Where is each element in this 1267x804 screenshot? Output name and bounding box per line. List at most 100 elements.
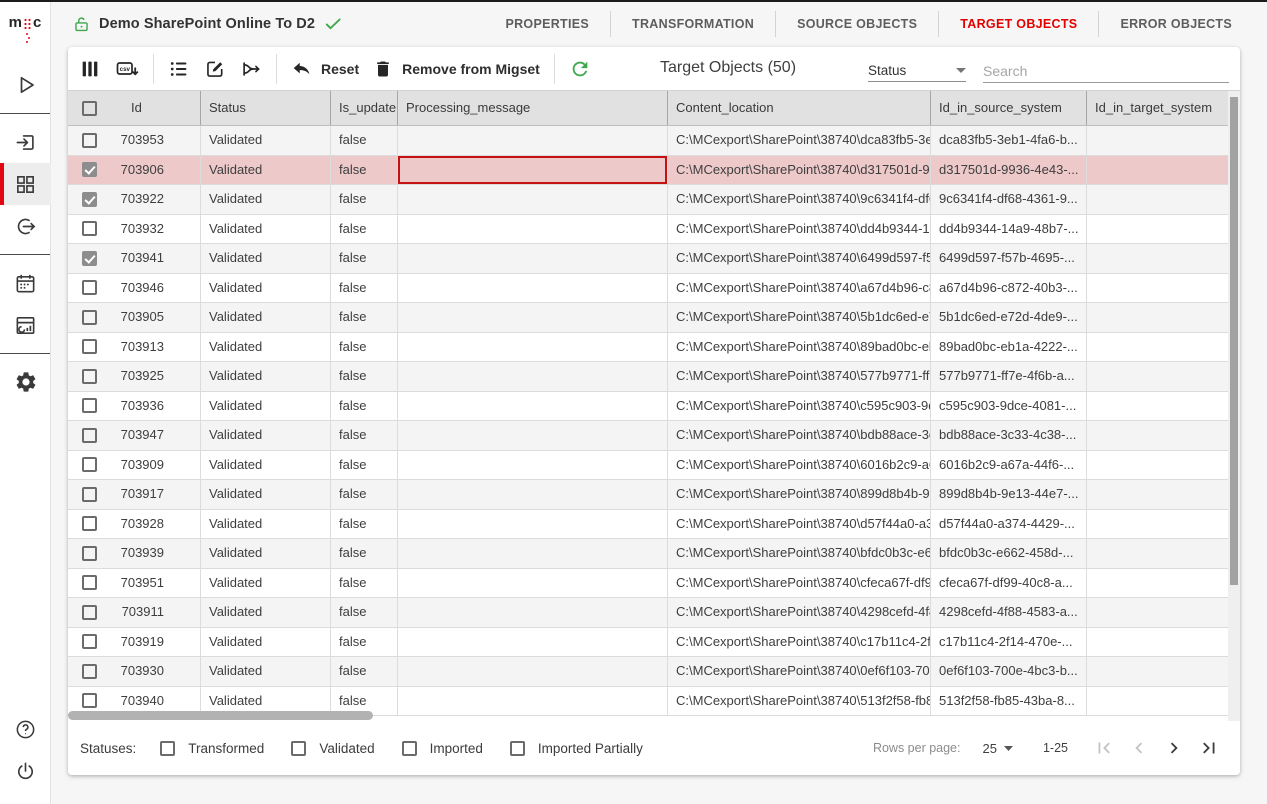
table-row[interactable]: 703947ValidatedfalseC:\MCexport\SharePoi… [68, 421, 1228, 451]
row-checkbox-cell [68, 569, 110, 598]
row-checkbox[interactable] [82, 192, 97, 207]
row-checkbox[interactable] [82, 457, 97, 472]
status-filter-imported[interactable]: Imported [402, 741, 483, 756]
table-row[interactable]: 703932ValidatedfalseC:\MCexport\SharePoi… [68, 215, 1228, 245]
export-csv-button[interactable]: csv [109, 52, 145, 86]
table-row[interactable]: 703946ValidatedfalseC:\MCexport\SharePoi… [68, 274, 1228, 304]
status-filter-checkbox[interactable] [160, 741, 175, 756]
previous-page-button [1124, 733, 1154, 763]
table-row[interactable]: 703906ValidatedfalseC:\MCexport\SharePoi… [68, 156, 1228, 186]
row-checkbox-cell [68, 421, 110, 450]
table-row[interactable]: 703930ValidatedfalseC:\MCexport\SharePoi… [68, 657, 1228, 687]
table-row[interactable]: 703951ValidatedfalseC:\MCexport\SharePoi… [68, 569, 1228, 599]
table-row[interactable]: 703905ValidatedfalseC:\MCexport\SharePoi… [68, 303, 1228, 333]
sidebar-item-export[interactable] [0, 205, 51, 247]
row-checkbox[interactable] [82, 693, 97, 708]
rows-per-page-select[interactable]: 25 [983, 741, 1013, 756]
column-header-status[interactable]: Status [200, 91, 330, 125]
tab-target-objects[interactable]: TARGET OBJECTS [939, 17, 1098, 31]
status-filter-validated[interactable]: Validated [291, 741, 374, 756]
tab-error-objects[interactable]: ERROR OBJECTS [1099, 17, 1253, 31]
status-filter-checkbox[interactable] [291, 741, 306, 756]
row-checkbox-cell [68, 480, 110, 509]
sidebar-item-scheduler[interactable] [0, 262, 51, 304]
tab-properties[interactable]: PROPERTIES [484, 17, 610, 31]
row-checkbox[interactable] [82, 664, 97, 679]
row-checkbox[interactable] [82, 575, 97, 590]
choose-columns-button[interactable] [73, 52, 107, 86]
lock-open-icon [72, 15, 91, 34]
sidebar-item-logout[interactable] [0, 750, 51, 792]
app-logo[interactable]: m c [0, 10, 50, 50]
horizontal-scrollbar[interactable] [68, 711, 373, 720]
row-checkbox[interactable] [82, 310, 97, 325]
vertical-scrollbar-thumb[interactable] [1230, 97, 1238, 585]
cell-id: 703917 [110, 480, 200, 509]
row-checkbox[interactable] [82, 487, 97, 502]
status-filter-select[interactable]: Status [868, 60, 966, 82]
column-header-id_in_target_system[interactable]: Id_in_target_system [1086, 91, 1228, 125]
table-row[interactable]: 703941ValidatedfalseC:\MCexport\SharePoi… [68, 244, 1228, 274]
table-row[interactable]: 703913ValidatedfalseC:\MCexport\SharePoi… [68, 333, 1228, 363]
sidebar-item-dashboard[interactable] [0, 304, 51, 346]
cell-is_update: false [330, 156, 397, 185]
column-header-content_location[interactable]: Content_location [667, 91, 930, 125]
table-row[interactable]: 703919ValidatedfalseC:\MCexport\SharePoi… [68, 628, 1228, 658]
remove-from-migset-button[interactable]: Remove from Migset [367, 52, 546, 86]
cell-id: 703928 [110, 510, 200, 539]
row-checkbox[interactable] [82, 221, 97, 236]
sidebar-item-run[interactable] [0, 64, 51, 106]
table-row[interactable]: 703909ValidatedfalseC:\MCexport\SharePoi… [68, 451, 1228, 481]
row-checkbox[interactable] [82, 398, 97, 413]
table-row[interactable]: 703953ValidatedfalseC:\MCexport\SharePoi… [68, 126, 1228, 156]
move-to-migset-button[interactable] [234, 52, 268, 86]
refresh-button[interactable] [563, 52, 597, 86]
sidebar-item-help[interactable] [0, 708, 51, 750]
status-filter-checkbox[interactable] [402, 741, 417, 756]
row-checkbox[interactable] [82, 516, 97, 531]
cell-id: 703913 [110, 333, 200, 362]
cell-content_location: C:\MCexport\SharePoint\38740\dca83fb5-3e… [667, 126, 930, 155]
row-checkbox[interactable] [82, 339, 97, 354]
table-row[interactable]: 703925ValidatedfalseC:\MCexport\SharePoi… [68, 362, 1228, 392]
table-row[interactable]: 703917ValidatedfalseC:\MCexport\SharePoi… [68, 480, 1228, 510]
edit-attributes-button[interactable] [198, 52, 232, 86]
column-header-id[interactable]: Id [110, 91, 200, 125]
reset-button[interactable]: Reset [285, 52, 365, 86]
column-header-id_in_source_system[interactable]: Id_in_source_system [930, 91, 1086, 125]
sidebar-item-settings[interactable] [0, 361, 51, 403]
row-checkbox[interactable] [82, 634, 97, 649]
status-filter-imported-partially[interactable]: Imported Partially [510, 741, 643, 756]
tabs: PROPERTIESTRANSFORMATIONSOURCE OBJECTSTA… [484, 2, 1253, 46]
search-input[interactable] [983, 59, 1229, 83]
sidebar: m c [0, 0, 51, 804]
row-checkbox[interactable] [82, 369, 97, 384]
table-row[interactable]: 703911ValidatedfalseC:\MCexport\SharePoi… [68, 598, 1228, 628]
status-filter-checkbox[interactable] [510, 741, 525, 756]
row-checkbox[interactable] [82, 133, 97, 148]
row-checkbox[interactable] [82, 428, 97, 443]
attribute-list-button[interactable] [162, 52, 196, 86]
vertical-scrollbar[interactable] [1228, 91, 1240, 765]
column-header-is_update[interactable]: Is_update [330, 91, 397, 125]
row-checkbox[interactable] [82, 251, 97, 266]
tab-transformation[interactable]: TRANSFORMATION [611, 17, 775, 31]
row-checkbox[interactable] [82, 162, 97, 177]
next-page-button[interactable] [1159, 733, 1189, 763]
row-checkbox[interactable] [82, 546, 97, 561]
table-row[interactable]: 703928ValidatedfalseC:\MCexport\SharePoi… [68, 510, 1228, 540]
table-row[interactable]: 703936ValidatedfalseC:\MCexport\SharePoi… [68, 392, 1228, 422]
column-header-processing_message[interactable]: Processing_message [397, 91, 667, 125]
sidebar-item-import[interactable] [0, 121, 51, 163]
status-filter-transformed[interactable]: Transformed [160, 741, 264, 756]
table-row[interactable]: 703922ValidatedfalseC:\MCexport\SharePoi… [68, 185, 1228, 215]
row-checkbox[interactable] [82, 605, 97, 620]
cell-id_in_source_system: 6016b2c9-a67a-44f6-... [930, 451, 1086, 480]
last-page-button[interactable] [1194, 733, 1224, 763]
sidebar-item-migsets[interactable] [0, 163, 51, 205]
select-all-checkbox[interactable] [82, 101, 97, 116]
cell-id_in_target_system [1086, 244, 1228, 273]
table-row[interactable]: 703939ValidatedfalseC:\MCexport\SharePoi… [68, 539, 1228, 569]
row-checkbox[interactable] [82, 280, 97, 295]
tab-source-objects[interactable]: SOURCE OBJECTS [776, 17, 938, 31]
